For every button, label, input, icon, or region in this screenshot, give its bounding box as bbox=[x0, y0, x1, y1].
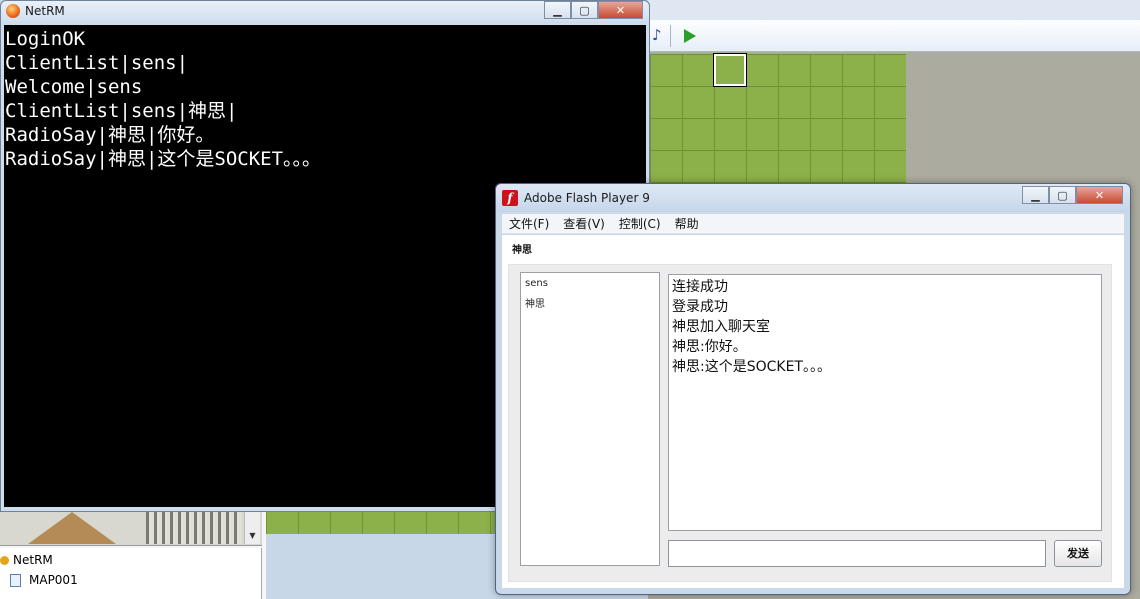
flash-title: Adobe Flash Player 9 bbox=[524, 191, 650, 205]
netrm-titlebar[interactable]: NetRM ▁ ▢ ✕ bbox=[1, 1, 649, 21]
user-list-item[interactable]: sens bbox=[521, 273, 659, 294]
message-input[interactable] bbox=[668, 540, 1046, 567]
chat-message: 神思加入聊天室 bbox=[672, 319, 770, 335]
netrm-caption-buttons: ▁ ▢ ✕ bbox=[544, 1, 643, 19]
tileset-roof-tile[interactable] bbox=[28, 512, 116, 544]
close-icon[interactable]: ✕ bbox=[598, 1, 643, 19]
map-grass-strip[interactable] bbox=[266, 510, 496, 534]
tileset-scrollbar[interactable]: ▼ bbox=[244, 512, 260, 544]
netrm-app-icon bbox=[6, 4, 20, 18]
current-user-label: 神思 bbox=[512, 245, 532, 256]
console-line: ClientList|sens| bbox=[5, 52, 189, 74]
map-page-icon bbox=[10, 573, 21, 587]
console-line: RadioSay|神思|这个是SOCKET。。。 bbox=[5, 148, 322, 170]
console-line: ClientList|sens|神思| bbox=[5, 100, 238, 122]
map-tree: NetRM MAP001 bbox=[0, 548, 262, 599]
editor-toolbar: ♪ bbox=[648, 20, 1140, 52]
folder-icon bbox=[0, 555, 9, 565]
menu-control[interactable]: 控制(C) bbox=[612, 214, 668, 234]
flash-titlebar[interactable]: f Adobe Flash Player 9 ▁ ▢ ✕ bbox=[496, 184, 1130, 212]
chat-message: 神思:这个是SOCKET。。。 bbox=[672, 359, 831, 375]
tileset-fence-tile[interactable] bbox=[146, 512, 242, 544]
chat-message: 连接成功 bbox=[672, 279, 728, 295]
map-grass-tiles[interactable] bbox=[650, 54, 906, 200]
chat-panel: sens 神思 连接成功 登录成功 神思加入聊天室 神思:你好。 神思:这个是S… bbox=[508, 264, 1112, 582]
close-icon[interactable]: ✕ bbox=[1076, 186, 1123, 204]
tile-selection-cursor bbox=[713, 53, 747, 87]
minimize-icon[interactable]: ▁ bbox=[544, 1, 571, 19]
tree-map-label: MAP001 bbox=[29, 573, 78, 587]
note-icon[interactable]: ♪ bbox=[652, 26, 666, 44]
flash-player-window: f Adobe Flash Player 9 ▁ ▢ ✕ 文件(F) 查看(V)… bbox=[495, 183, 1131, 595]
user-list-item[interactable]: 神思 bbox=[521, 294, 659, 315]
flash-stage: 神思 sens 神思 连接成功 登录成功 神思加入聊天室 神思:你好。 神思:这… bbox=[502, 235, 1124, 588]
toolbar-separator bbox=[670, 25, 671, 47]
maximize-icon[interactable]: ▢ bbox=[571, 1, 598, 19]
tree-item-root[interactable]: NetRM bbox=[0, 550, 53, 570]
chat-message: 登录成功 bbox=[672, 299, 728, 315]
netrm-title: NetRM bbox=[25, 4, 65, 18]
editor-top-strip bbox=[648, 0, 1140, 20]
menu-help[interactable]: 帮助 bbox=[668, 214, 706, 234]
play-icon[interactable] bbox=[684, 29, 696, 43]
flash-menubar: 文件(F) 查看(V) 控制(C) 帮助 bbox=[502, 214, 1124, 234]
flash-caption-buttons: ▁ ▢ ✕ bbox=[1022, 186, 1123, 204]
tree-item-map[interactable]: MAP001 bbox=[0, 570, 78, 590]
send-button[interactable]: 发送 bbox=[1054, 540, 1102, 567]
console-line: Welcome|sens bbox=[5, 76, 143, 98]
console-line: RadioSay|神思|你好。 bbox=[5, 124, 215, 146]
chat-log: 连接成功 登录成功 神思加入聊天室 神思:你好。 神思:这个是SOCKET。。。 bbox=[668, 274, 1102, 531]
menu-file[interactable]: 文件(F) bbox=[502, 214, 556, 234]
user-list[interactable]: sens 神思 bbox=[520, 272, 660, 566]
console-line: LoginOK bbox=[5, 28, 86, 50]
menu-view[interactable]: 查看(V) bbox=[556, 214, 612, 234]
maximize-icon[interactable]: ▢ bbox=[1049, 186, 1076, 204]
minimize-icon[interactable]: ▁ bbox=[1022, 186, 1049, 204]
flash-app-icon: f bbox=[502, 190, 518, 206]
chat-message: 神思:你好。 bbox=[672, 339, 747, 355]
tree-root-label: NetRM bbox=[13, 553, 53, 567]
